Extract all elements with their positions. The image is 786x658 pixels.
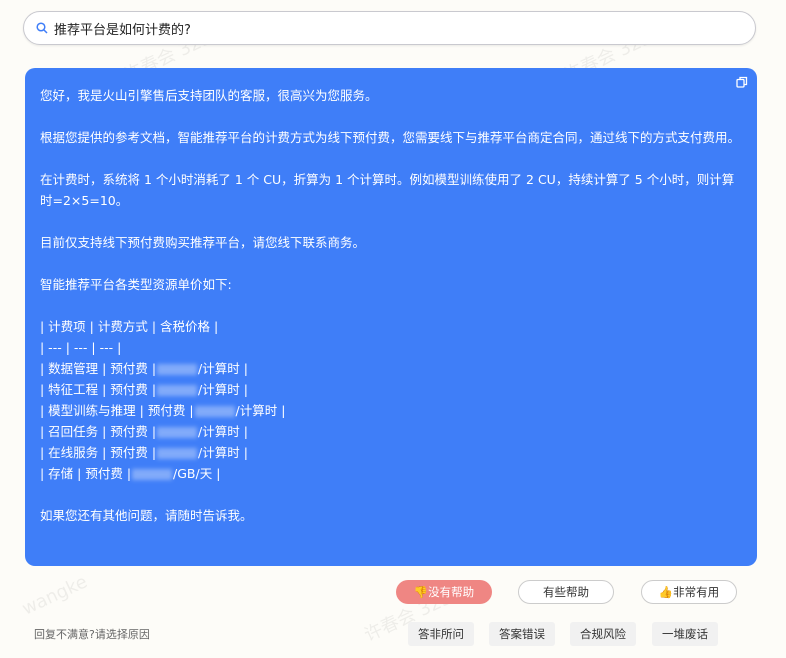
copy-icon[interactable] [736,76,748,88]
blurred-price [157,364,198,375]
row-label: | 模型训练与推理 | 预付费 | [40,403,194,418]
row-label: | 数据管理 | 预付费 | [40,361,157,376]
very-helpful-button[interactable]: 👍 非常有用 [641,580,737,604]
table-row: | 召回任务 | 预付费 | /计算时 | [40,421,742,442]
watermark: wangke [18,571,91,620]
table-row: | 存储 | 预付费 | /GB/天 | [40,463,742,484]
thumbs-down-icon: 👎 [413,585,429,599]
answer-greeting: 您好，我是火山引擎售后支持团队的客服，很高兴为您服务。 [40,88,378,103]
reason-compliance-risk[interactable]: 合规风险 [570,622,636,646]
row-unit: /计算时 | [235,403,286,418]
answer-paragraph: 智能推荐平台各类型资源单价如下: [40,277,232,292]
row-unit: /计算时 | [198,361,248,376]
search-input[interactable]: 推荐平台是如何计费的? [23,11,756,45]
not-helpful-button[interactable]: 👎 没有帮助 [396,580,492,604]
reason-nonsense[interactable]: 一堆废话 [652,622,718,646]
table-row: | 在线服务 | 预付费 | /计算时 | [40,442,742,463]
table-row: | 模型训练与推理 | 预付费 | /计算时 | [40,400,742,421]
row-unit: /计算时 | [198,445,248,460]
reason-off-topic[interactable]: 答非所问 [408,622,474,646]
table-separator: | --- | --- | --- | [40,340,122,355]
blurred-price [157,448,198,459]
row-unit: /计算时 | [198,424,248,439]
row-label: | 存储 | 预付费 | [40,466,132,481]
row-unit: /计算时 | [198,382,248,397]
search-query: 推荐平台是如何计费的? [54,22,191,38]
somewhat-helpful-button[interactable]: 有些帮助 [518,580,614,604]
button-label: 有些帮助 [543,585,589,599]
answer-paragraph: 在计费时，系统将 1 个小时消耗了 1 个 CU，折算为 1 个计算时。例如模型… [40,172,735,208]
thumbs-up-icon: 👍 [658,585,674,599]
answer-closing: 如果您还有其他问题，请随时告诉我。 [40,508,253,523]
row-label: | 在线服务 | 预付费 | [40,445,157,460]
row-label: | 召回任务 | 预付费 | [40,424,157,439]
button-label: 非常有用 [673,585,720,599]
reason-wrong-answer[interactable]: 答案错误 [489,622,555,646]
table-row: | 数据管理 | 预付费 | /计算时 | [40,358,742,379]
blurred-price [157,385,198,396]
search-icon [36,22,48,34]
answer-paragraph: 目前仅支持线下预付费购买推荐平台，请您线下联系商务。 [40,235,366,250]
table-row: | 特征工程 | 预付费 | /计算时 | [40,379,742,400]
row-label: | 特征工程 | 预付费 | [40,382,157,397]
reason-prompt: 回复不满意?请选择原因 [34,628,150,641]
blurred-price [194,406,235,417]
blurred-price [132,469,173,480]
answer-paragraph: 根据您提供的参考文档，智能推荐平台的计费方式为线下预付费，您需要线下与推荐平台商… [40,130,741,145]
table-header: | 计费项 | 计费方式 | 含税价格 | [40,319,219,334]
button-label: 没有帮助 [428,585,475,599]
answer-card: 您好，我是火山引擎售后支持团队的客服，很高兴为您服务。 根据您提供的参考文档，智… [25,68,757,566]
row-unit: /GB/天 | [173,466,221,481]
blurred-price [157,427,198,438]
